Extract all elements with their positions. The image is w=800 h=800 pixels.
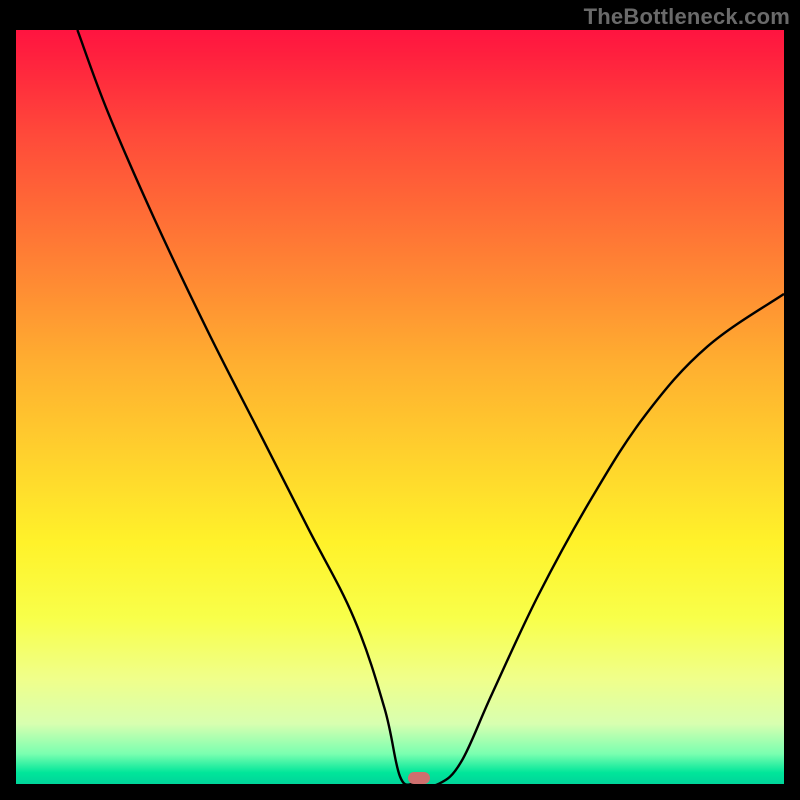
bottleneck-curve — [16, 30, 784, 784]
curve-path — [77, 30, 784, 784]
watermark-text: TheBottleneck.com — [584, 4, 790, 30]
optimum-marker — [408, 772, 430, 784]
chart-stage: TheBottleneck.com — [0, 0, 800, 800]
plot-area — [16, 30, 784, 784]
